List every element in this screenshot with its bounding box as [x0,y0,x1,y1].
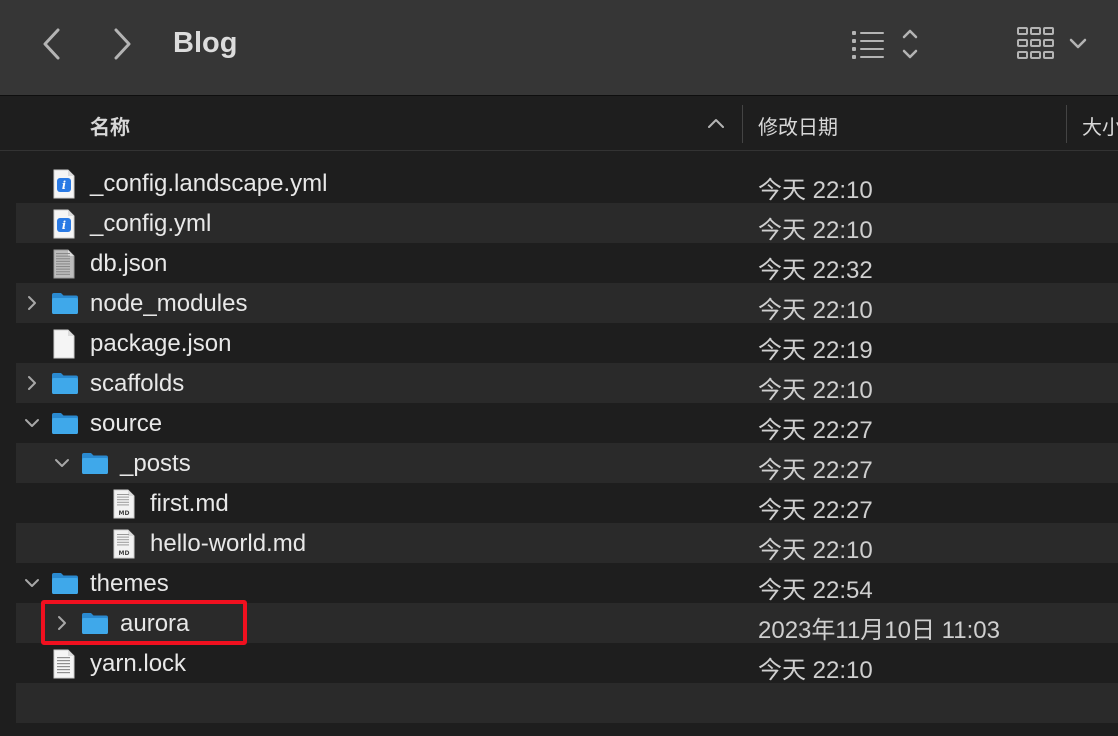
finder-toolbar: Blog [0,0,1118,96]
text-file-icon [50,649,78,679]
modified-date: 今天 22:10 [758,217,873,244]
column-divider[interactable] [742,105,743,143]
disclosure-triangle[interactable] [52,613,72,633]
svg-text:i: i [62,179,66,192]
list-view-icon [852,29,918,59]
file-row[interactable]: scaffolds 今天 22:10 [16,363,1118,404]
folder-icon [50,569,78,597]
file-row[interactable]: themes 今天 22:54 [16,563,1118,604]
forward-button[interactable] [102,22,142,66]
file-name: package.json [90,330,232,357]
file-row[interactable]: MD hello-world.md 今天 22:10 [16,523,1118,564]
group-view-button[interactable] [1010,22,1094,66]
file-name: themes [90,570,169,597]
modified-date: 今天 22:19 [758,337,873,364]
column-size-header[interactable]: 大小 [1082,111,1118,140]
file-name: yarn.lock [90,650,187,677]
modified-date: 2023年11月10日 11:03 [758,617,1000,644]
modified-date: 今天 22:10 [758,177,873,204]
disclosure-triangle[interactable] [22,573,42,593]
document-icon [50,329,78,359]
file-name: first.md [150,490,229,517]
file-name: _posts [120,450,191,477]
list-view-button[interactable] [846,24,928,64]
svg-text:MD: MD [119,510,130,517]
json-file-icon [50,249,78,279]
chevron-down-icon [25,579,39,587]
file-list: i _config.landscape.yml 今天 22:10 i _config.y… [16,163,1118,723]
file-row[interactable]: yarn.lock 今天 22:10 [16,643,1118,684]
file-name: aurora [120,610,190,637]
chevron-right-icon [28,296,36,310]
file-name: db.json [90,250,168,277]
sort-ascending-icon[interactable] [705,113,727,133]
column-name-header[interactable]: 名称 [90,111,130,140]
file-name: scaffolds [90,370,185,397]
disclosure-triangle[interactable] [52,453,72,473]
file-row[interactable]: i _config.yml 今天 22:10 [16,203,1118,244]
modified-date: 今天 22:10 [758,377,873,404]
svg-text:MD: MD [119,550,130,557]
folder-icon [50,289,78,317]
column-divider[interactable] [1066,105,1067,143]
column-header: 名称 修改日期 大小 [0,97,1118,151]
modified-date: 今天 22:27 [758,417,873,444]
modified-date: 今天 22:27 [758,497,873,524]
yaml-file-icon: i [50,209,78,239]
modified-date: 今天 22:10 [758,657,873,684]
back-button[interactable] [32,22,72,66]
file-row[interactable]: _posts 今天 22:27 [16,443,1118,484]
folder-icon [80,449,108,477]
folder-icon [50,369,78,397]
file-name: _config.landscape.yml [90,170,328,197]
chevron-right-icon [58,616,66,630]
disclosure-triangle[interactable] [22,413,42,433]
file-row[interactable]: MD first.md 今天 22:27 [16,483,1118,524]
chevron-down-icon [25,419,39,427]
file-name: _config.yml [90,210,212,237]
empty-row [16,683,1118,723]
file-row[interactable]: node_modules 今天 22:10 [16,283,1118,324]
chevron-left-icon [43,28,60,60]
window-title: Blog [173,27,238,59]
chevron-right-icon [28,376,36,390]
folder-icon [80,609,108,637]
modified-date: 今天 22:32 [758,257,873,284]
modified-date: 今天 22:10 [758,537,873,564]
folder-icon [50,409,78,437]
file-row[interactable]: package.json 今天 22:19 [16,323,1118,364]
disclosure-triangle[interactable] [22,293,42,313]
modified-date: 今天 22:10 [758,297,873,324]
yaml-file-icon: i [50,169,78,199]
modified-date: 今天 22:54 [758,577,873,604]
chevron-right-icon [114,28,131,60]
modified-date: 今天 22:27 [758,457,873,484]
file-row[interactable]: db.json 今天 22:32 [16,243,1118,284]
file-row[interactable]: i _config.landscape.yml 今天 22:10 [16,163,1118,204]
file-row[interactable]: aurora 2023年11月10日 11:03 [16,603,1118,644]
icon-grid-icon [1017,27,1087,59]
markdown-file-icon: MD [110,529,138,559]
file-name: source [90,410,163,437]
markdown-file-icon: MD [110,489,138,519]
chevron-down-icon [55,459,69,467]
svg-text:i: i [62,219,66,232]
file-row[interactable]: source 今天 22:27 [16,403,1118,444]
file-name: hello-world.md [150,530,307,557]
disclosure-triangle[interactable] [22,373,42,393]
column-date-header[interactable]: 修改日期 [758,111,838,140]
file-name: node_modules [90,290,248,317]
